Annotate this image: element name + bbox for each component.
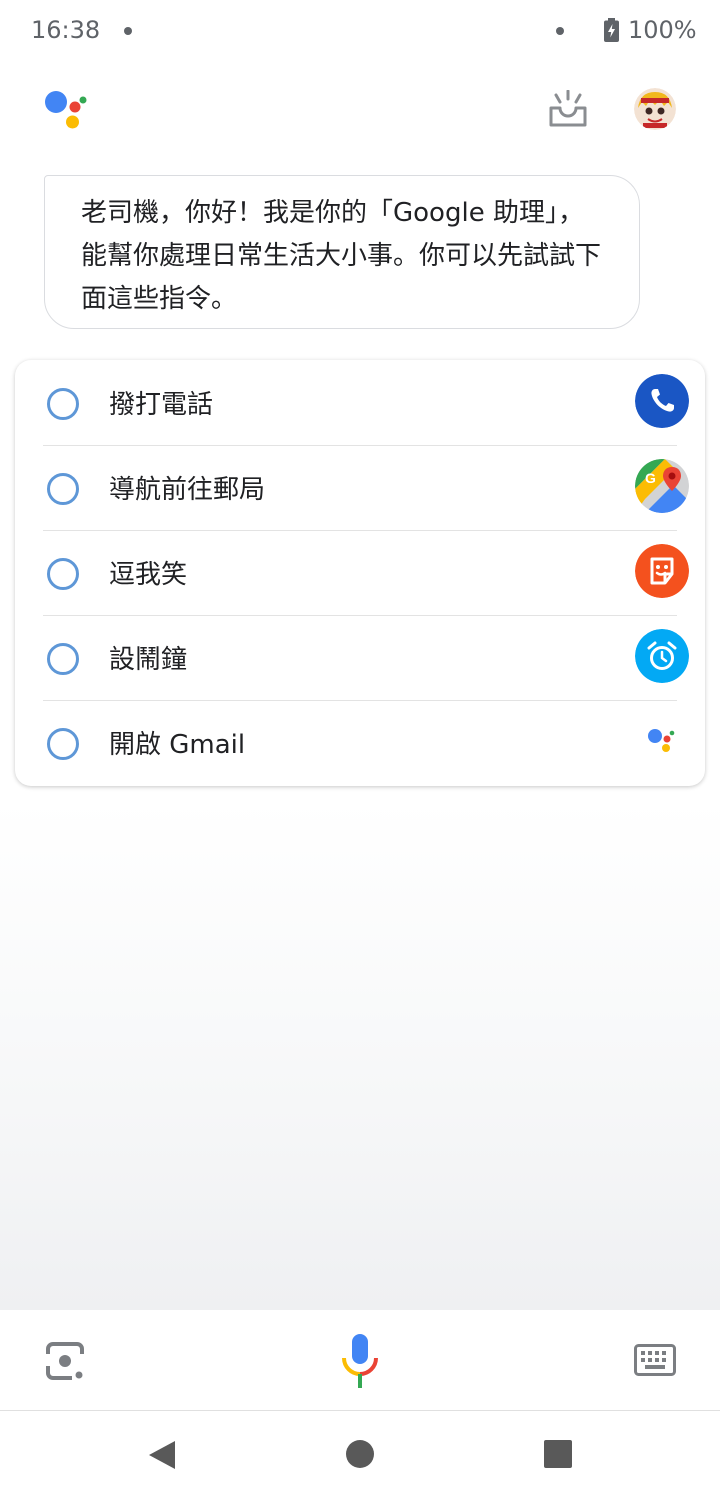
google-assistant-logo-icon [45, 91, 87, 129]
system-navigation-bar [0, 1412, 720, 1497]
status-bar: 16:38 100% [0, 0, 720, 60]
assistant-input-bar [0, 1310, 720, 1411]
home-circle-icon[interactable] [346, 1440, 374, 1468]
google-maps-icon: G [635, 459, 689, 513]
battery-charging-icon [604, 18, 619, 42]
suggestion-row-gmail[interactable]: 開啟 Gmail [43, 700, 677, 785]
back-triangle-icon[interactable] [147, 1439, 177, 1471]
suggestion-row-joke[interactable]: 逗我笑 [43, 530, 689, 616]
conversation-background [0, 800, 720, 1310]
radio-circle-icon[interactable] [47, 728, 79, 760]
suggestion-label: 開啟 Gmail [109, 730, 246, 760]
suggestion-label: 導航前往郵局 [109, 475, 266, 505]
suggestion-card: 撥打電話 導航前往郵局 G 逗我笑 設鬧鐘 開啟 Gmail [15, 360, 705, 786]
radio-circle-icon[interactable] [47, 643, 79, 675]
suggestion-row-navigate[interactable]: 導航前往郵局 G [43, 445, 689, 531]
snapshot-icon[interactable] [548, 90, 588, 130]
suggestion-label: 逗我笑 [109, 560, 188, 590]
radio-circle-icon[interactable] [47, 558, 79, 590]
smiley-sticker-icon [635, 544, 689, 598]
assistant-greeting-bubble: 老司機，你好！我是你的「Google 助理」，能幫你處理日常生活大小事。你可以先… [44, 175, 640, 329]
phone-icon [635, 374, 689, 428]
suggestion-row-call[interactable]: 撥打電話 [43, 360, 689, 446]
radio-circle-icon[interactable] [47, 388, 79, 420]
alarm-clock-icon [635, 629, 689, 683]
notification-dot-icon [124, 27, 132, 35]
battery-percentage: 100% [628, 16, 697, 44]
assistant-header [0, 72, 720, 152]
microphone-icon[interactable] [340, 1332, 380, 1390]
status-time: 16:38 [31, 16, 101, 44]
google-assistant-dots-icon [648, 729, 675, 752]
suggestion-label: 撥打電話 [109, 390, 214, 420]
notification-dot-icon [556, 27, 564, 35]
google-lens-icon[interactable] [44, 1340, 86, 1382]
keyboard-icon[interactable] [634, 1344, 676, 1376]
recent-apps-square-icon[interactable] [544, 1440, 572, 1468]
svg-text:G: G [645, 470, 656, 486]
suggestion-label: 設鬧鐘 [109, 645, 188, 675]
radio-circle-icon[interactable] [47, 473, 79, 505]
suggestion-row-alarm[interactable]: 設鬧鐘 [43, 615, 689, 701]
user-avatar[interactable] [634, 88, 676, 130]
